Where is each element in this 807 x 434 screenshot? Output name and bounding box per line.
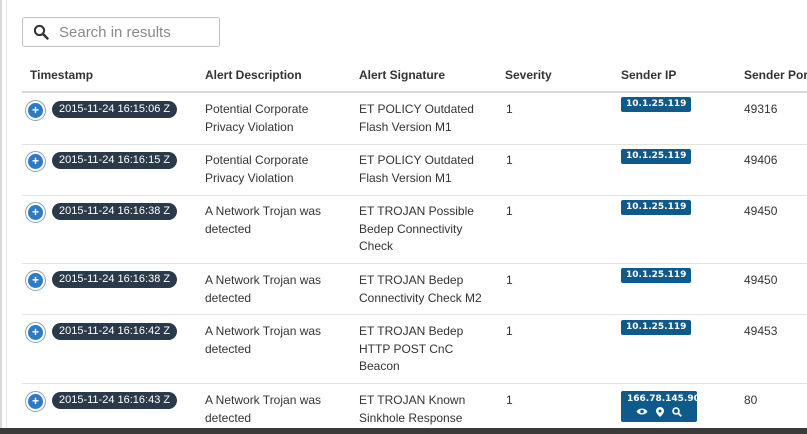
sender-port: 80: [744, 393, 758, 407]
severity: 1: [506, 273, 513, 287]
expand-row-button[interactable]: +: [25, 202, 46, 223]
sender-ip-badge[interactable]: 10.1.25.119: [621, 200, 692, 215]
sender-ip-badge[interactable]: 10.1.25.119: [621, 149, 692, 164]
sender-port: 49406: [744, 153, 778, 167]
alert-description: A Network Trojan was detected: [205, 324, 322, 356]
expand-row-button[interactable]: +: [25, 322, 46, 343]
sender-ip-text: 166.78.145.90: [627, 394, 700, 404]
window-edge-line: [6, 0, 7, 434]
column-header-sender-ip[interactable]: Sender IP: [621, 68, 676, 82]
sender-ip-badge[interactable]: 10.1.25.119: [621, 268, 692, 283]
search-box[interactable]: [22, 17, 220, 47]
plus-icon: +: [28, 205, 43, 220]
horizontal-scrollbar[interactable]: [0, 428, 807, 434]
timestamp-badge: 2015-11-24 16:16:42 Z: [52, 323, 178, 340]
alert-signature: ET TROJAN Bedep Connectivity Check M2: [359, 273, 482, 305]
alert-signature: ET TROJAN Possible Bedep Connectivity Chec…: [359, 204, 474, 253]
timestamp-badge: 2015-11-24 16:16:38 Z: [52, 271, 178, 288]
severity: 1: [506, 393, 513, 407]
severity: 1: [506, 324, 513, 338]
plus-icon: +: [28, 394, 43, 409]
column-header-severity[interactable]: Severity: [505, 68, 552, 82]
plus-icon: +: [28, 154, 43, 169]
sender-ip-badge[interactable]: 166.78.145.90: [621, 391, 700, 422]
alert-signature: ET POLICY Outdated Flash Version M1: [359, 153, 474, 185]
search-input[interactable]: [59, 23, 209, 41]
timestamp-badge: 2015-11-24 16:15:06 Z: [52, 101, 178, 118]
sender-ip-badge[interactable]: 10.1.25.119: [621, 320, 692, 335]
alert-signature: ET POLICY Outdated Flash Version M1: [359, 102, 474, 134]
severity: 1: [506, 102, 513, 116]
sender-port: 49316: [744, 102, 778, 116]
search-icon: [23, 24, 59, 40]
alert-description: A Network Trojan was detected: [205, 273, 322, 305]
alert-description: A Network Trojan was detected: [205, 393, 322, 425]
alert-description: Potential Corporate Privacy Violation: [205, 102, 309, 134]
expand-row-button[interactable]: +: [25, 391, 46, 412]
timestamp-badge: 2015-11-24 16:16:38 Z: [52, 203, 178, 220]
alert-description: A Network Trojan was detected: [205, 204, 322, 236]
timestamp-badge: 2015-11-24 16:16:43 Z: [52, 392, 178, 409]
search-icon[interactable]: [672, 407, 682, 420]
sender-port: 49453: [744, 324, 778, 338]
sender-port: 49450: [744, 204, 778, 218]
alert-signature: ET TROJAN Known Sinkhole Response: [359, 393, 466, 425]
plus-icon: +: [28, 325, 43, 340]
column-header-alert-description[interactable]: Alert Description: [205, 68, 302, 82]
sender-port: 49450: [744, 273, 778, 287]
severity: 1: [506, 204, 513, 218]
window-edge: [0, 0, 2, 434]
expand-row-button[interactable]: +: [25, 151, 46, 172]
expand-row-button[interactable]: +: [25, 100, 46, 121]
plus-icon: +: [28, 103, 43, 118]
alert-signature: ET TROJAN Bedep HTTP POST CnC Beacon: [359, 324, 464, 373]
plus-icon: +: [28, 273, 43, 288]
column-header-alert-signature[interactable]: Alert Signature: [359, 68, 445, 82]
expand-row-button[interactable]: +: [25, 270, 46, 291]
sender-ip-badge[interactable]: 10.1.25.119: [621, 97, 692, 112]
map-marker-icon[interactable]: [656, 407, 664, 420]
severity: 1: [506, 153, 513, 167]
column-header-sender-port[interactable]: Sender Port: [744, 68, 807, 82]
column-header-timestamp[interactable]: Timestamp: [30, 68, 93, 82]
timestamp-badge: 2015-11-24 16:16:15 Z: [52, 152, 178, 169]
alert-description: Potential Corporate Privacy Violation: [205, 153, 309, 185]
eye-icon[interactable]: [636, 407, 648, 420]
